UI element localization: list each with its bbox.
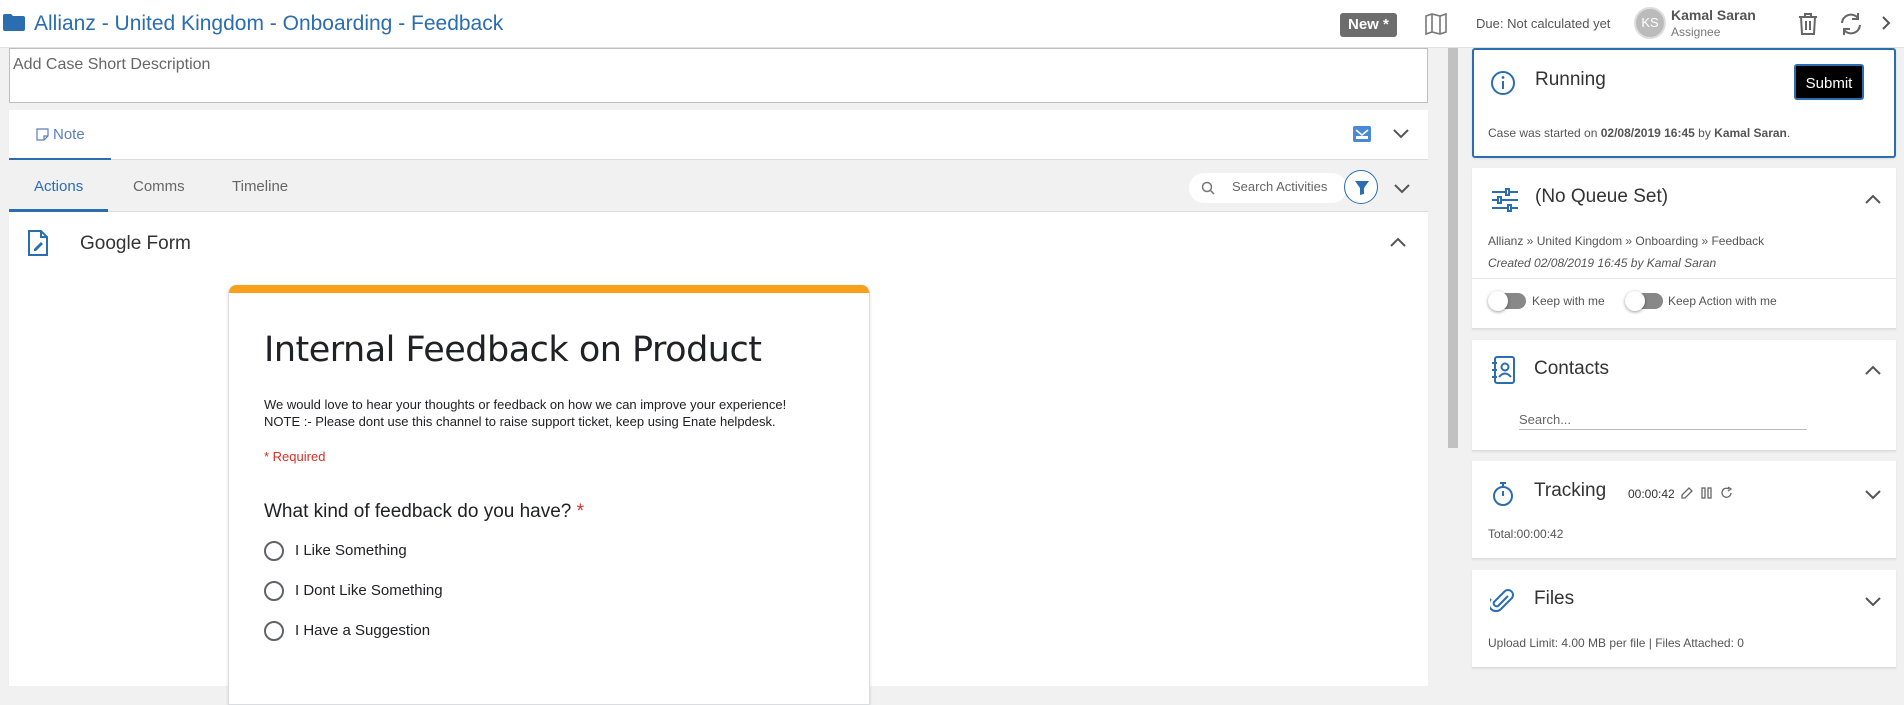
started-date: 02/08/2019 16:45 — [1600, 126, 1695, 140]
tracking-total: Total:00:00:42 — [1488, 527, 1564, 541]
started-by-word: by — [1694, 126, 1715, 140]
started-prefix: Case was started on — [1488, 126, 1601, 140]
case-started-info: Case was started on 02/08/2019 16:45 by … — [1488, 126, 1790, 140]
activity-content: Google Form Internal Feedback on Product… — [9, 212, 1428, 705]
short-description-input[interactable] — [10, 49, 1427, 81]
keep-action-label: Keep Action with me — [1668, 294, 1777, 308]
map-icon[interactable] — [1424, 13, 1448, 35]
assignee-role: Assignee — [1671, 25, 1721, 39]
scrollbar-thumb[interactable] — [1448, 48, 1458, 448]
paperclip-icon — [1490, 589, 1514, 613]
files-upload-limit: Upload Limit: 4.00 MB per file | Files A… — [1488, 636, 1744, 650]
case-title[interactable]: Allianz - United Kingdom - Onboarding - … — [34, 12, 503, 36]
email-icon[interactable] — [1353, 126, 1371, 142]
note-tab-label: Note — [53, 126, 85, 143]
form-accent-bar — [229, 285, 869, 293]
tab-timeline[interactable]: Timeline — [232, 178, 288, 195]
running-panel: Running Submit Case was started on 02/08… — [1472, 48, 1896, 158]
radio-button[interactable] — [264, 621, 284, 641]
radio-option-label: I Dont Like Something — [295, 582, 443, 599]
contacts-icon — [1492, 356, 1515, 384]
due-date-label: Due: Not calculated yet — [1476, 16, 1611, 31]
tab-note[interactable]: Note — [9, 110, 111, 160]
question-text: What kind of feedback do you have? — [264, 501, 572, 522]
queue-breadcrumb: Allianz » United Kingdom » Onboarding » … — [1488, 234, 1765, 248]
activity-tabs: Actions Comms Timeline — [9, 165, 1428, 212]
queue-title: (No Queue Set) — [1535, 186, 1669, 207]
pause-icon[interactable] — [1700, 486, 1714, 500]
status-title: Running — [1535, 69, 1606, 90]
required-mark: * — [576, 501, 585, 522]
note-bar: Note — [9, 110, 1428, 160]
info-icon — [1491, 71, 1515, 95]
assignee-name: Kamal Saran — [1671, 7, 1756, 23]
files-panel: Files Upload Limit: 4.00 MB per file | F… — [1472, 570, 1896, 668]
started-by: Kamal Saran — [1714, 126, 1787, 140]
reset-icon[interactable] — [1720, 486, 1734, 500]
contacts-panel: Contacts — [1472, 340, 1896, 451]
form-question: What kind of feedback do you have? * — [264, 501, 584, 523]
chevron-down-icon[interactable] — [1393, 181, 1411, 195]
pencil-icon[interactable] — [1680, 486, 1694, 500]
status-badge: New * — [1340, 13, 1397, 37]
queue-panel: (No Queue Set) Allianz » United Kingdom … — [1472, 168, 1896, 329]
tab-comms[interactable]: Comms — [133, 178, 185, 195]
stopwatch-icon — [1493, 482, 1513, 506]
tracking-panel: Tracking 00:00:42 Total:00:00:42 — [1472, 461, 1896, 559]
keep-with-me-toggle[interactable] — [1488, 291, 1526, 311]
started-suffix: . — [1786, 126, 1791, 140]
form-description-line: We would love to hear your thoughts or f… — [264, 397, 787, 412]
chevron-down-icon[interactable] — [1864, 596, 1882, 608]
tracking-timer: 00:00:42 — [1628, 487, 1675, 501]
folder-icon — [3, 14, 25, 31]
chevron-up-icon[interactable] — [1389, 236, 1407, 248]
search-icon — [1201, 181, 1215, 195]
refresh-icon[interactable] — [1838, 12, 1864, 36]
radio-button[interactable] — [264, 541, 284, 561]
chevron-up-icon[interactable] — [1864, 364, 1882, 376]
required-note: * Required — [264, 449, 326, 464]
filter-button[interactable] — [1344, 170, 1378, 204]
form-description: We would love to hear your thoughts or f… — [264, 396, 786, 430]
contacts-title: Contacts — [1534, 358, 1609, 379]
filter-icon — [1355, 181, 1369, 195]
section-title: Google Form — [80, 233, 191, 254]
trash-icon[interactable] — [1797, 12, 1819, 36]
note-icon — [36, 128, 49, 141]
radio-option-label: I Like Something — [295, 542, 407, 559]
sliders-icon — [1492, 188, 1518, 212]
chevron-down-icon[interactable] — [1392, 126, 1410, 140]
submit-button[interactable]: Submit — [1794, 64, 1864, 100]
keep-action-toggle[interactable] — [1625, 291, 1663, 311]
form-title: Internal Feedback on Product — [264, 330, 762, 370]
short-description-box — [9, 48, 1428, 103]
form-description-line: NOTE :- Please dont use this channel to … — [264, 414, 776, 429]
tab-actions[interactable]: Actions — [34, 178, 83, 195]
case-header: Allianz - United Kingdom - Onboarding - … — [0, 0, 1904, 48]
activity-search — [1189, 173, 1347, 203]
avatar[interactable]: KS — [1634, 7, 1666, 39]
radio-button[interactable] — [264, 581, 284, 601]
google-form-card: Internal Feedback on Product We would lo… — [228, 285, 870, 705]
radio-option-label: I Have a Suggestion — [295, 622, 431, 639]
keep-with-me-label: Keep with me — [1532, 294, 1605, 308]
chevron-right-icon[interactable] — [1879, 14, 1893, 32]
queue-created: Created 02/08/2019 16:45 by Kamal Saran — [1488, 256, 1717, 270]
files-title: Files — [1534, 588, 1575, 609]
contacts-search-input[interactable] — [1519, 410, 1807, 430]
chevron-up-icon[interactable] — [1864, 193, 1882, 205]
chevron-down-icon[interactable] — [1864, 489, 1882, 501]
divider — [1472, 278, 1896, 279]
tracking-title: Tracking — [1534, 480, 1607, 501]
activity-search-input[interactable] — [1232, 179, 1342, 194]
form-icon — [28, 230, 48, 256]
